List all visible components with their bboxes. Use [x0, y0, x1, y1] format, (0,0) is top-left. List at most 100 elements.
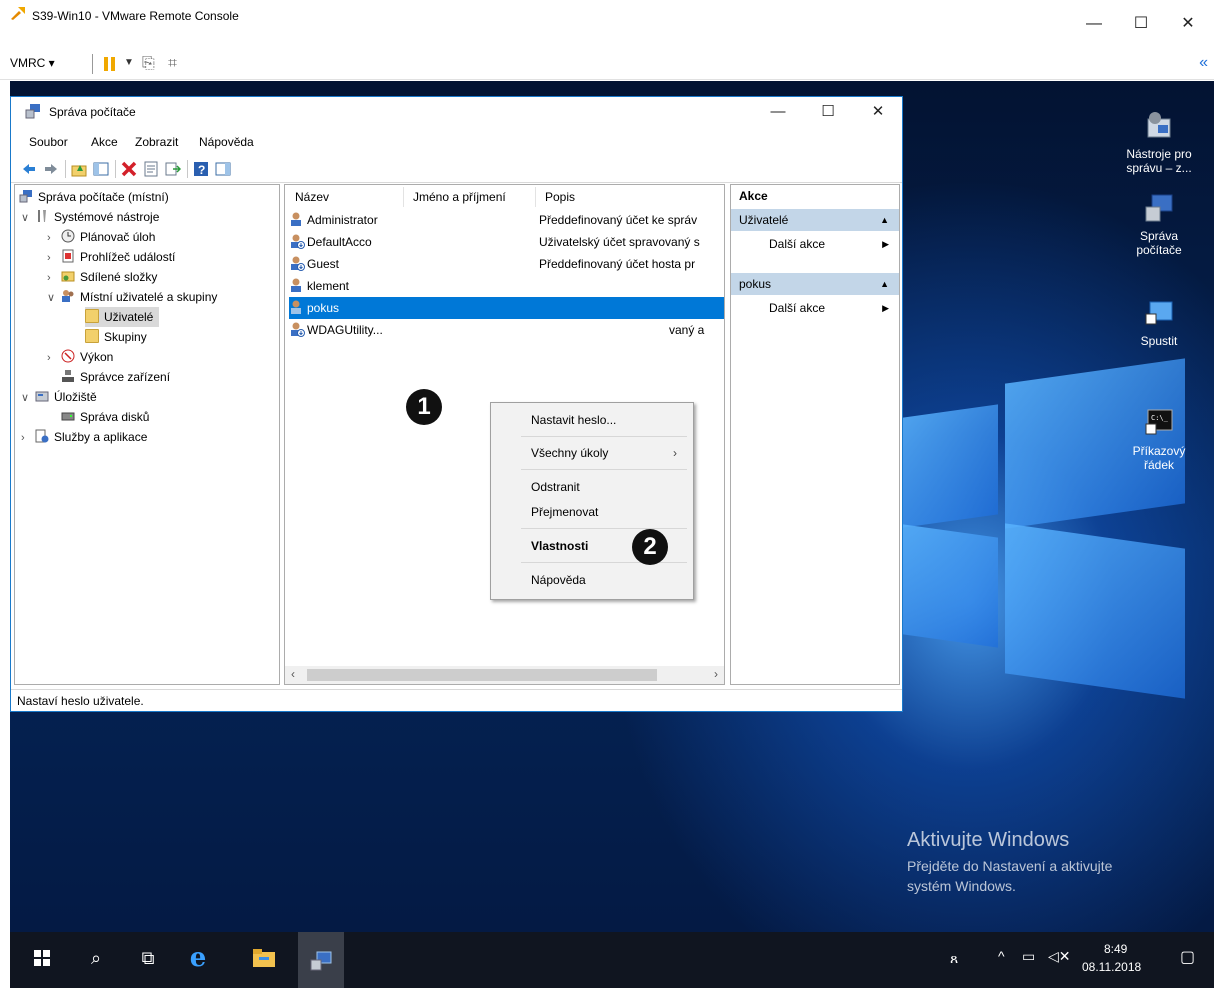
tree-item-root[interactable]: Správa počítače (místní)	[19, 187, 169, 207]
properties-icon[interactable]	[143, 161, 159, 177]
column-divider[interactable]	[403, 187, 404, 207]
menu-item-all-tasks[interactable]: Všechny úkoly ›	[491, 442, 693, 464]
step-badge-1: 1	[406, 389, 442, 425]
computer-management-icon	[25, 103, 41, 119]
tree-item-services-apps[interactable]: › Služby a aplikace	[21, 427, 147, 447]
ctrl-alt-del-icon[interactable]: ⎘	[142, 55, 155, 73]
collapse-icon[interactable]: ▲	[880, 273, 889, 295]
tree-item-groups[interactable]: Skupiny	[85, 327, 147, 347]
collapse-panel-icon[interactable]: «	[1199, 54, 1208, 72]
menu-item-rename[interactable]: Přejmenovat	[491, 501, 693, 523]
list-item-selected[interactable]: pokus	[289, 297, 724, 319]
export-list-icon[interactable]	[165, 161, 182, 177]
menu-item-help[interactable]: Nápověda	[491, 569, 693, 591]
tree-label: Uživatelé	[104, 310, 154, 324]
list-item[interactable]: Guest Předdefinovaný účet hosta pr	[289, 253, 724, 275]
list-item[interactable]: DefaultAcco Uživatelský účet spravovaný …	[289, 231, 724, 253]
minimize-button[interactable]: —	[755, 97, 801, 127]
desktop-icon-run[interactable]: Spustit	[1119, 296, 1199, 348]
edge-browser-icon[interactable]: e	[184, 944, 212, 972]
tree-item-event-viewer[interactable]: › Prohlížeč událostí	[47, 247, 175, 267]
chevron-right-icon[interactable]: ›	[47, 248, 61, 268]
tree-item-shared-folders[interactable]: › Sdílené složky	[47, 267, 157, 287]
actions-group-users[interactable]: Uživatelé ▲	[731, 209, 899, 231]
more-actions-item[interactable]: Další akce ▶	[731, 233, 899, 255]
tree-item-storage[interactable]: ∨ Úložiště	[21, 387, 97, 407]
chevron-right-icon[interactable]: ›	[21, 428, 35, 448]
computer-management-window: Správa počítače — ☐ ✕ Soubor Akce Zobraz…	[10, 96, 903, 712]
tree-item-performance[interactable]: › Výkon	[47, 347, 113, 367]
column-header-description[interactable]: Popis	[545, 190, 575, 204]
user-name: DefaultAcco	[307, 235, 372, 249]
chevron-down-icon[interactable]: ∨	[21, 208, 35, 228]
tree-item-disk-management[interactable]: Správa disků	[61, 407, 149, 427]
desktop-icon-command-prompt[interactable]: C:\_ Příkazový řádek	[1119, 406, 1199, 472]
toolbar-separator	[92, 54, 93, 74]
user-icon	[289, 211, 305, 227]
maximize-button[interactable]: ☐	[1121, 0, 1161, 34]
tree-item-local-users-groups[interactable]: ∨ Místní uživatelé a skupiny	[47, 287, 217, 307]
menu-file[interactable]: Soubor	[29, 135, 68, 149]
show-action-pane-icon[interactable]	[215, 161, 231, 177]
chevron-down-icon[interactable]: ∨	[47, 288, 61, 308]
volume-muted-icon[interactable]: ◁✕	[1048, 948, 1071, 965]
scroll-left-icon[interactable]: ‹	[291, 667, 295, 681]
tree-item-system-tools[interactable]: ∨ Systémové nástroje	[21, 207, 159, 227]
wallpaper-pane	[903, 404, 998, 528]
computer-management-taskbar-icon[interactable]	[298, 932, 344, 988]
network-icon[interactable]: ▭	[1022, 948, 1035, 965]
chevron-down-icon[interactable]: ∨	[21, 388, 35, 408]
horizontal-scrollbar[interactable]: ‹ ›	[285, 666, 724, 684]
column-header-name[interactable]: Název	[295, 190, 329, 204]
search-icon[interactable]: ⌕	[82, 944, 110, 972]
menu-item-delete[interactable]: Odstranit	[491, 476, 693, 498]
menu-view[interactable]: Zobrazit	[135, 135, 178, 149]
list-item[interactable]: Administrator Předdefinovaný účet ke spr…	[289, 209, 724, 231]
tree-item-task-scheduler[interactable]: › Plánovač úloh	[47, 227, 155, 247]
actions-group-pokus[interactable]: pokus ▲	[731, 273, 899, 295]
list-item[interactable]: klement	[289, 275, 724, 297]
chevron-right-icon[interactable]: ›	[47, 348, 61, 368]
fullscreen-icon[interactable]: ⌗	[168, 55, 177, 73]
pause-icon[interactable]	[104, 57, 116, 71]
collapse-icon[interactable]: ▲	[880, 209, 889, 231]
clock-time[interactable]: 8:49	[1104, 942, 1127, 956]
disabled-user-icon	[289, 233, 305, 249]
minimize-button[interactable]: —	[1074, 0, 1114, 34]
maximize-button[interactable]: ☐	[805, 97, 851, 127]
up-folder-icon[interactable]	[71, 161, 87, 177]
run-icon	[1142, 296, 1176, 330]
help-icon[interactable]: ?	[193, 161, 209, 177]
tree-item-device-manager[interactable]: Správce zařízení	[61, 367, 170, 387]
desktop-icon-admin-tools[interactable]: Nástroje pro správu – z...	[1119, 109, 1199, 175]
chevron-right-icon[interactable]: ›	[47, 268, 61, 288]
chevron-right-icon[interactable]: ›	[47, 228, 61, 248]
column-divider[interactable]	[535, 187, 536, 207]
task-view-icon[interactable]: ⧉	[134, 944, 162, 972]
more-actions-item[interactable]: Další akce ▶	[731, 297, 899, 319]
close-button[interactable]: ✕	[855, 97, 901, 127]
tree-item-users[interactable]: Uživatelé	[85, 307, 160, 327]
list-item[interactable]: WDAGUtility... vaný a	[289, 319, 724, 341]
forward-arrow-icon[interactable]	[43, 161, 59, 177]
user-description: Předdefinovaný účet hosta pr	[539, 257, 696, 271]
desktop-icon-computer-management[interactable]: Správa počítače	[1119, 191, 1199, 257]
clock-date[interactable]: 08.11.2018	[1082, 960, 1141, 974]
show-hide-tree-icon[interactable]	[93, 161, 109, 177]
show-hidden-icons-icon[interactable]: ^	[998, 948, 1005, 964]
back-arrow-icon[interactable]	[21, 161, 37, 177]
menu-action[interactable]: Akce	[91, 135, 118, 149]
vmrc-menu-button[interactable]: VMRC ▾	[10, 56, 55, 70]
delete-icon[interactable]	[121, 161, 137, 177]
people-icon[interactable]: ጸ	[950, 950, 958, 967]
column-header-full-name[interactable]: Jméno a příjmení	[413, 190, 506, 204]
notification-icon[interactable]: ▢	[1180, 947, 1195, 967]
menu-item-set-password[interactable]: Nastavit heslo...	[491, 409, 693, 431]
close-button[interactable]: ✕	[1168, 0, 1208, 34]
scroll-right-icon[interactable]: ›	[714, 667, 718, 681]
menu-help[interactable]: Nápověda	[199, 135, 254, 149]
chevron-down-icon[interactable]: ▼	[124, 57, 134, 68]
file-explorer-icon[interactable]	[250, 944, 278, 972]
start-button[interactable]	[28, 944, 56, 972]
scrollbar-thumb[interactable]	[307, 669, 657, 681]
